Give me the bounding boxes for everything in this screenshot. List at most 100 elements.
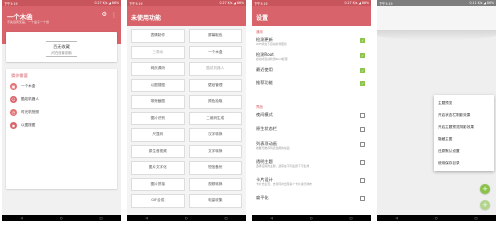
section-header-interface: 界面 <box>256 105 263 109</box>
settings-gear-icon[interactable]: ⚙ <box>102 11 107 18</box>
menu-item-restore-defaults[interactable]: 还原默认设置 <box>434 145 494 157</box>
status-indicators: 0.11 K/s ◢ 86% <box>469 1 495 5</box>
feature-button[interactable]: 以图搜图 <box>131 78 185 92</box>
feature-button[interactable]: 表情制作 <box>131 29 185 43</box>
feature-button[interactable]: 带壳截图 <box>131 95 185 109</box>
feature-button[interactable]: 壁纸管理 <box>188 78 242 92</box>
menu-item-save-directory[interactable]: 使用保存目录 <box>434 157 494 169</box>
home-icon[interactable]: ○ <box>60 216 63 220</box>
app-subtitle: 不失远风无是，一个盒子一个世 <box>7 20 50 24</box>
clock-icon: ◷ <box>10 109 17 116</box>
feature-button[interactable]: 一个木盒 <box>188 45 242 59</box>
status-indicators: 0.27 K/s ◢ 86% <box>219 1 245 5</box>
feature-button[interactable]: 原生音视频 <box>131 144 185 158</box>
overflow-menu: 主题预览 开启状态栏阴影效果 开启主题预览阴影效果 隐藏主图 还原默认设置 使用… <box>434 95 494 171</box>
suggestion-label: 一个木盒 <box>21 84 36 88</box>
suggestion-item[interactable]: ◉ 以图搜图 <box>6 120 117 131</box>
suggestion-item[interactable]: ◷ 时光机快照 <box>6 107 117 118</box>
setting-row[interactable]: 最近使用 ✓ <box>256 65 367 77</box>
plus-icon[interactable]: + <box>480 200 490 210</box>
setting-row[interactable]: 检测更新 WiFi状态下自动检测更新 ✓ <box>256 35 367 47</box>
back-icon[interactable]: ◁ <box>396 216 398 220</box>
menu-item-theme-preview[interactable]: 主题预览 <box>434 97 494 109</box>
checkbox-checked[interactable]: ✓ <box>360 53 365 58</box>
checkbox-unchecked[interactable] <box>360 127 365 132</box>
back-icon[interactable]: ◁ <box>271 216 273 220</box>
checkbox-unchecked[interactable] <box>360 113 365 118</box>
setting-row[interactable]: 扁平化 <box>256 193 367 205</box>
setting-row[interactable]: 夜间模式 <box>256 110 367 122</box>
setting-row[interactable]: 推荐功能 ✓ <box>256 78 367 90</box>
checkbox-checked[interactable]: ✓ <box>360 81 365 86</box>
box-icon: ▣ <box>10 83 17 90</box>
feature-button[interactable]: 二维码生成 <box>188 111 242 125</box>
checkbox-unchecked[interactable] <box>360 142 365 147</box>
feature-button[interactable]: 尺显码 <box>131 128 185 142</box>
setting-summary: 选择应用的主题，选项在不同主题下不生效 <box>256 164 310 168</box>
feature-button[interactable]: 汉字转换 <box>188 128 242 142</box>
checkbox-unchecked[interactable] <box>360 196 365 201</box>
section-header-general: 通用 <box>256 30 263 34</box>
suggestion-label: 酷炫机器人 <box>21 97 39 101</box>
suggestion-item[interactable]: ▣ 一个木盒 <box>6 81 117 92</box>
recents-icon[interactable]: □ <box>350 216 353 220</box>
setting-summary: WiFi状态下自动检测更新 <box>256 42 287 46</box>
back-icon[interactable]: ◁ <box>21 216 23 220</box>
favorites-card[interactable]: 百无收藏 （可在设置设置） <box>6 32 117 62</box>
checkbox-unchecked[interactable] <box>360 178 365 183</box>
page-title: 设置 <box>256 15 269 22</box>
feature-button[interactable]: 酷炫机器人 <box>188 62 242 76</box>
home-icon[interactable]: ○ <box>185 216 188 220</box>
checkbox-checked[interactable]: ✓ <box>360 38 365 43</box>
unused-features-screen: 下午3:19 0.27 K/s ◢ 86% 未使用功能 表情制作 屏幕取色 三角… <box>127 0 246 221</box>
setting-summary: 收藏与推荐列表使用的动画 <box>256 146 290 150</box>
recents-icon[interactable]: □ <box>100 216 103 220</box>
setting-row[interactable]: 透明主题 选择应用的主题，选项在不同主题下不生效 <box>256 157 367 169</box>
back-icon[interactable]: ◁ <box>146 216 148 220</box>
setting-row[interactable]: 列表项动画 收藏与推荐列表使用的动画 <box>256 139 367 151</box>
setting-row[interactable]: 卡片设计 卡片式主页，支持同时出现多个卡片进行排布 <box>256 175 367 187</box>
more-menu-icon[interactable]: ⋮ <box>111 12 117 19</box>
suggestion-list: 猜你需要 ▣ 一个木盒 ☺ 酷炫机器人 ◷ 时光机快照 ◉ 以图搜图 <box>6 69 117 189</box>
setting-row[interactable]: 原生状态栏 <box>256 124 367 136</box>
feature-button[interactable]: 图片拼接 <box>131 177 185 191</box>
feature-button[interactable]: 短信备份 <box>188 161 242 175</box>
feature-button[interactable]: 网页源码 <box>131 62 185 76</box>
recents-icon[interactable]: □ <box>225 216 228 220</box>
theme-screen: 下午3:19 0.11 K/s ◢ 86% 主题预览 开启状态栏阴影效果 开启主… <box>377 0 496 221</box>
setting-title: 最近使用 <box>256 67 273 72</box>
feature-button[interactable]: 电量收集 <box>188 194 242 208</box>
feature-button[interactable]: 视频转换 <box>188 177 242 191</box>
checkbox-unchecked[interactable] <box>360 160 365 165</box>
setting-title: 原生状态栏 <box>256 126 277 131</box>
theme-preview-header <box>377 6 496 30</box>
feature-button[interactable]: GIF合成 <box>131 194 185 208</box>
checkbox-checked[interactable]: ✓ <box>360 68 365 73</box>
feature-button[interactable]: 屏幕取色 <box>188 29 242 43</box>
plus-icon[interactable]: + <box>480 184 490 194</box>
recents-icon[interactable]: □ <box>475 216 478 220</box>
nav-bar: ◁ ○ □ <box>2 215 121 221</box>
feature-grid: 表情制作 屏幕取色 三角动 一个木盒 网页源码 酷炫机器人 以图搜图 壁纸管理 … <box>131 29 242 208</box>
robot-icon: ☺ <box>10 96 17 103</box>
feature-button[interactable]: 文字转换 <box>188 144 242 158</box>
card-divider-bottom <box>46 56 77 57</box>
nav-bar: ◁ ○ □ <box>377 215 496 221</box>
feature-button[interactable]: 图片识别 <box>131 111 185 125</box>
home-screen: 下午3:19 0.27 K/s ◢ 86% 一个木函 不失远风无是，一个盒子一个… <box>2 0 121 221</box>
menu-item-preview-shadow[interactable]: 开启主题预览阴影效果 <box>434 121 494 133</box>
suggestion-label: 时光机快照 <box>21 110 39 114</box>
feature-button[interactable]: 图片文字化 <box>131 161 185 175</box>
home-icon[interactable]: ○ <box>310 216 313 220</box>
menu-item-statusbar-shadow[interactable]: 开启状态栏阴影效果 <box>434 109 494 121</box>
suggestion-header: 猜你需要 <box>11 73 28 78</box>
setting-title: 夜间模式 <box>256 112 273 117</box>
suggestion-item[interactable]: ☺ 酷炫机器人 <box>6 94 117 105</box>
menu-item-hide-main[interactable]: 隐藏主图 <box>434 133 494 145</box>
home-icon[interactable]: ○ <box>435 216 438 220</box>
feature-button[interactable]: 颜色拾取 <box>188 95 242 109</box>
card-divider-top <box>46 41 77 42</box>
feature-button[interactable]: 三角动 <box>131 45 185 59</box>
image-search-icon: ◉ <box>10 122 17 129</box>
setting-row[interactable]: 检测Root 启动时自动检测Root权限 ✓ <box>256 50 367 62</box>
